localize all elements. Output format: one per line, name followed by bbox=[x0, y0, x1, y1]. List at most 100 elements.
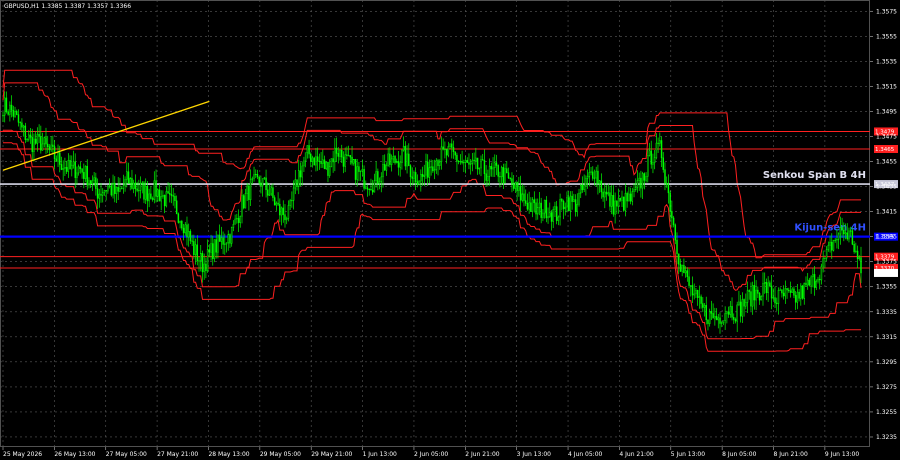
candle-body bbox=[490, 165, 493, 170]
candle-body bbox=[421, 173, 424, 177]
candle-body bbox=[476, 157, 479, 170]
candle-body bbox=[794, 295, 797, 303]
candle-body bbox=[325, 161, 327, 170]
candle-body bbox=[279, 203, 281, 216]
candle-body bbox=[337, 153, 340, 157]
candle-body bbox=[824, 257, 826, 259]
candle-body bbox=[344, 154, 346, 167]
candle-body bbox=[108, 185, 111, 187]
candle-body bbox=[765, 282, 768, 294]
candle-body bbox=[595, 170, 597, 179]
candle-body bbox=[2, 114, 4, 117]
candle-body bbox=[667, 184, 670, 194]
candle-body bbox=[777, 290, 780, 304]
candle-body bbox=[119, 188, 121, 192]
candle-body bbox=[17, 114, 20, 123]
candle-body bbox=[83, 172, 85, 179]
candle-body bbox=[839, 227, 842, 235]
candle-body bbox=[385, 165, 388, 171]
candle-body bbox=[72, 161, 75, 166]
candle-body bbox=[597, 170, 599, 184]
candle-body bbox=[40, 136, 42, 151]
candle-body bbox=[432, 166, 434, 172]
candle-body bbox=[763, 282, 766, 284]
candle-body bbox=[734, 319, 737, 322]
candle-body bbox=[506, 168, 508, 173]
level-name-label: Kijun-sen 4H bbox=[794, 223, 866, 234]
candle-body bbox=[588, 172, 591, 177]
candle-body bbox=[631, 191, 634, 202]
candle-body bbox=[669, 192, 671, 212]
candle-body bbox=[437, 160, 439, 167]
candle-body bbox=[831, 241, 833, 251]
price-chart[interactable]: 1.3437Senkou Span B 4H1.3395Kijun-sen 4H… bbox=[0, 0, 900, 460]
candle-body bbox=[98, 193, 101, 199]
candle-body bbox=[285, 217, 288, 221]
candle-body bbox=[848, 230, 850, 240]
candle-body bbox=[86, 165, 88, 186]
candle-body bbox=[454, 151, 456, 156]
candle-body bbox=[79, 166, 82, 170]
candle-body bbox=[511, 178, 513, 185]
candle-body bbox=[399, 162, 401, 168]
candle-body bbox=[774, 297, 776, 304]
x-tick-label: 4 Jun 05:00 bbox=[568, 451, 602, 458]
candle-body bbox=[270, 187, 272, 195]
candle-body bbox=[703, 305, 706, 308]
candle-body bbox=[770, 285, 773, 299]
candle-body bbox=[110, 185, 113, 196]
candle-body bbox=[800, 285, 802, 299]
candle-body bbox=[52, 144, 54, 147]
candle-body bbox=[475, 157, 477, 162]
candle-body bbox=[158, 189, 161, 202]
candle-body bbox=[48, 146, 51, 151]
candle-body bbox=[746, 290, 749, 303]
x-tick-label: 4 Jun 21:00 bbox=[619, 451, 653, 458]
candle-body bbox=[500, 167, 503, 178]
candle-body bbox=[688, 276, 690, 286]
candle-body bbox=[425, 161, 427, 176]
y-tick-label: 1.3355 bbox=[876, 284, 897, 291]
candle-body bbox=[181, 220, 183, 229]
candle-body bbox=[684, 270, 687, 274]
candle-body bbox=[650, 150, 652, 165]
candle-body bbox=[820, 265, 823, 281]
x-tick-label: 3 Jun 13:00 bbox=[517, 451, 551, 458]
candle-body bbox=[559, 199, 561, 218]
candle-body bbox=[609, 192, 611, 207]
y-tick-label: 1.3555 bbox=[876, 33, 897, 40]
candle-body bbox=[299, 170, 302, 178]
y-tick-label: 1.3495 bbox=[876, 108, 897, 115]
candle-body bbox=[229, 234, 231, 244]
candle-body bbox=[150, 193, 152, 199]
candle-body bbox=[368, 188, 370, 191]
candle-body bbox=[383, 163, 386, 171]
candle-body bbox=[822, 258, 824, 267]
candle-body bbox=[253, 174, 255, 179]
y-tick-label: 1.3415 bbox=[876, 209, 897, 216]
candle-body bbox=[521, 193, 523, 201]
candle-body bbox=[19, 122, 21, 124]
candle-body bbox=[363, 169, 365, 189]
candle-body bbox=[174, 196, 176, 202]
candle-body bbox=[750, 291, 752, 307]
candle-body bbox=[210, 243, 212, 253]
candle-body bbox=[801, 285, 804, 299]
candle-body bbox=[308, 145, 310, 155]
candle-body bbox=[392, 155, 395, 160]
candle-body bbox=[530, 202, 532, 212]
candle-body bbox=[153, 180, 156, 200]
candle-body bbox=[837, 233, 840, 240]
candle-body bbox=[555, 206, 558, 221]
candle-body bbox=[126, 171, 128, 180]
candle-body bbox=[316, 156, 319, 162]
candle-body bbox=[640, 177, 642, 189]
candle-body bbox=[550, 212, 553, 222]
level-name-label: Senkou Span B 4H bbox=[763, 170, 866, 181]
candle-body bbox=[509, 177, 511, 179]
candle-body bbox=[524, 200, 527, 204]
candle-body bbox=[743, 299, 745, 307]
candle-body bbox=[31, 137, 33, 152]
candle-body bbox=[115, 186, 118, 194]
y-tick-label: 1.3335 bbox=[876, 309, 897, 316]
